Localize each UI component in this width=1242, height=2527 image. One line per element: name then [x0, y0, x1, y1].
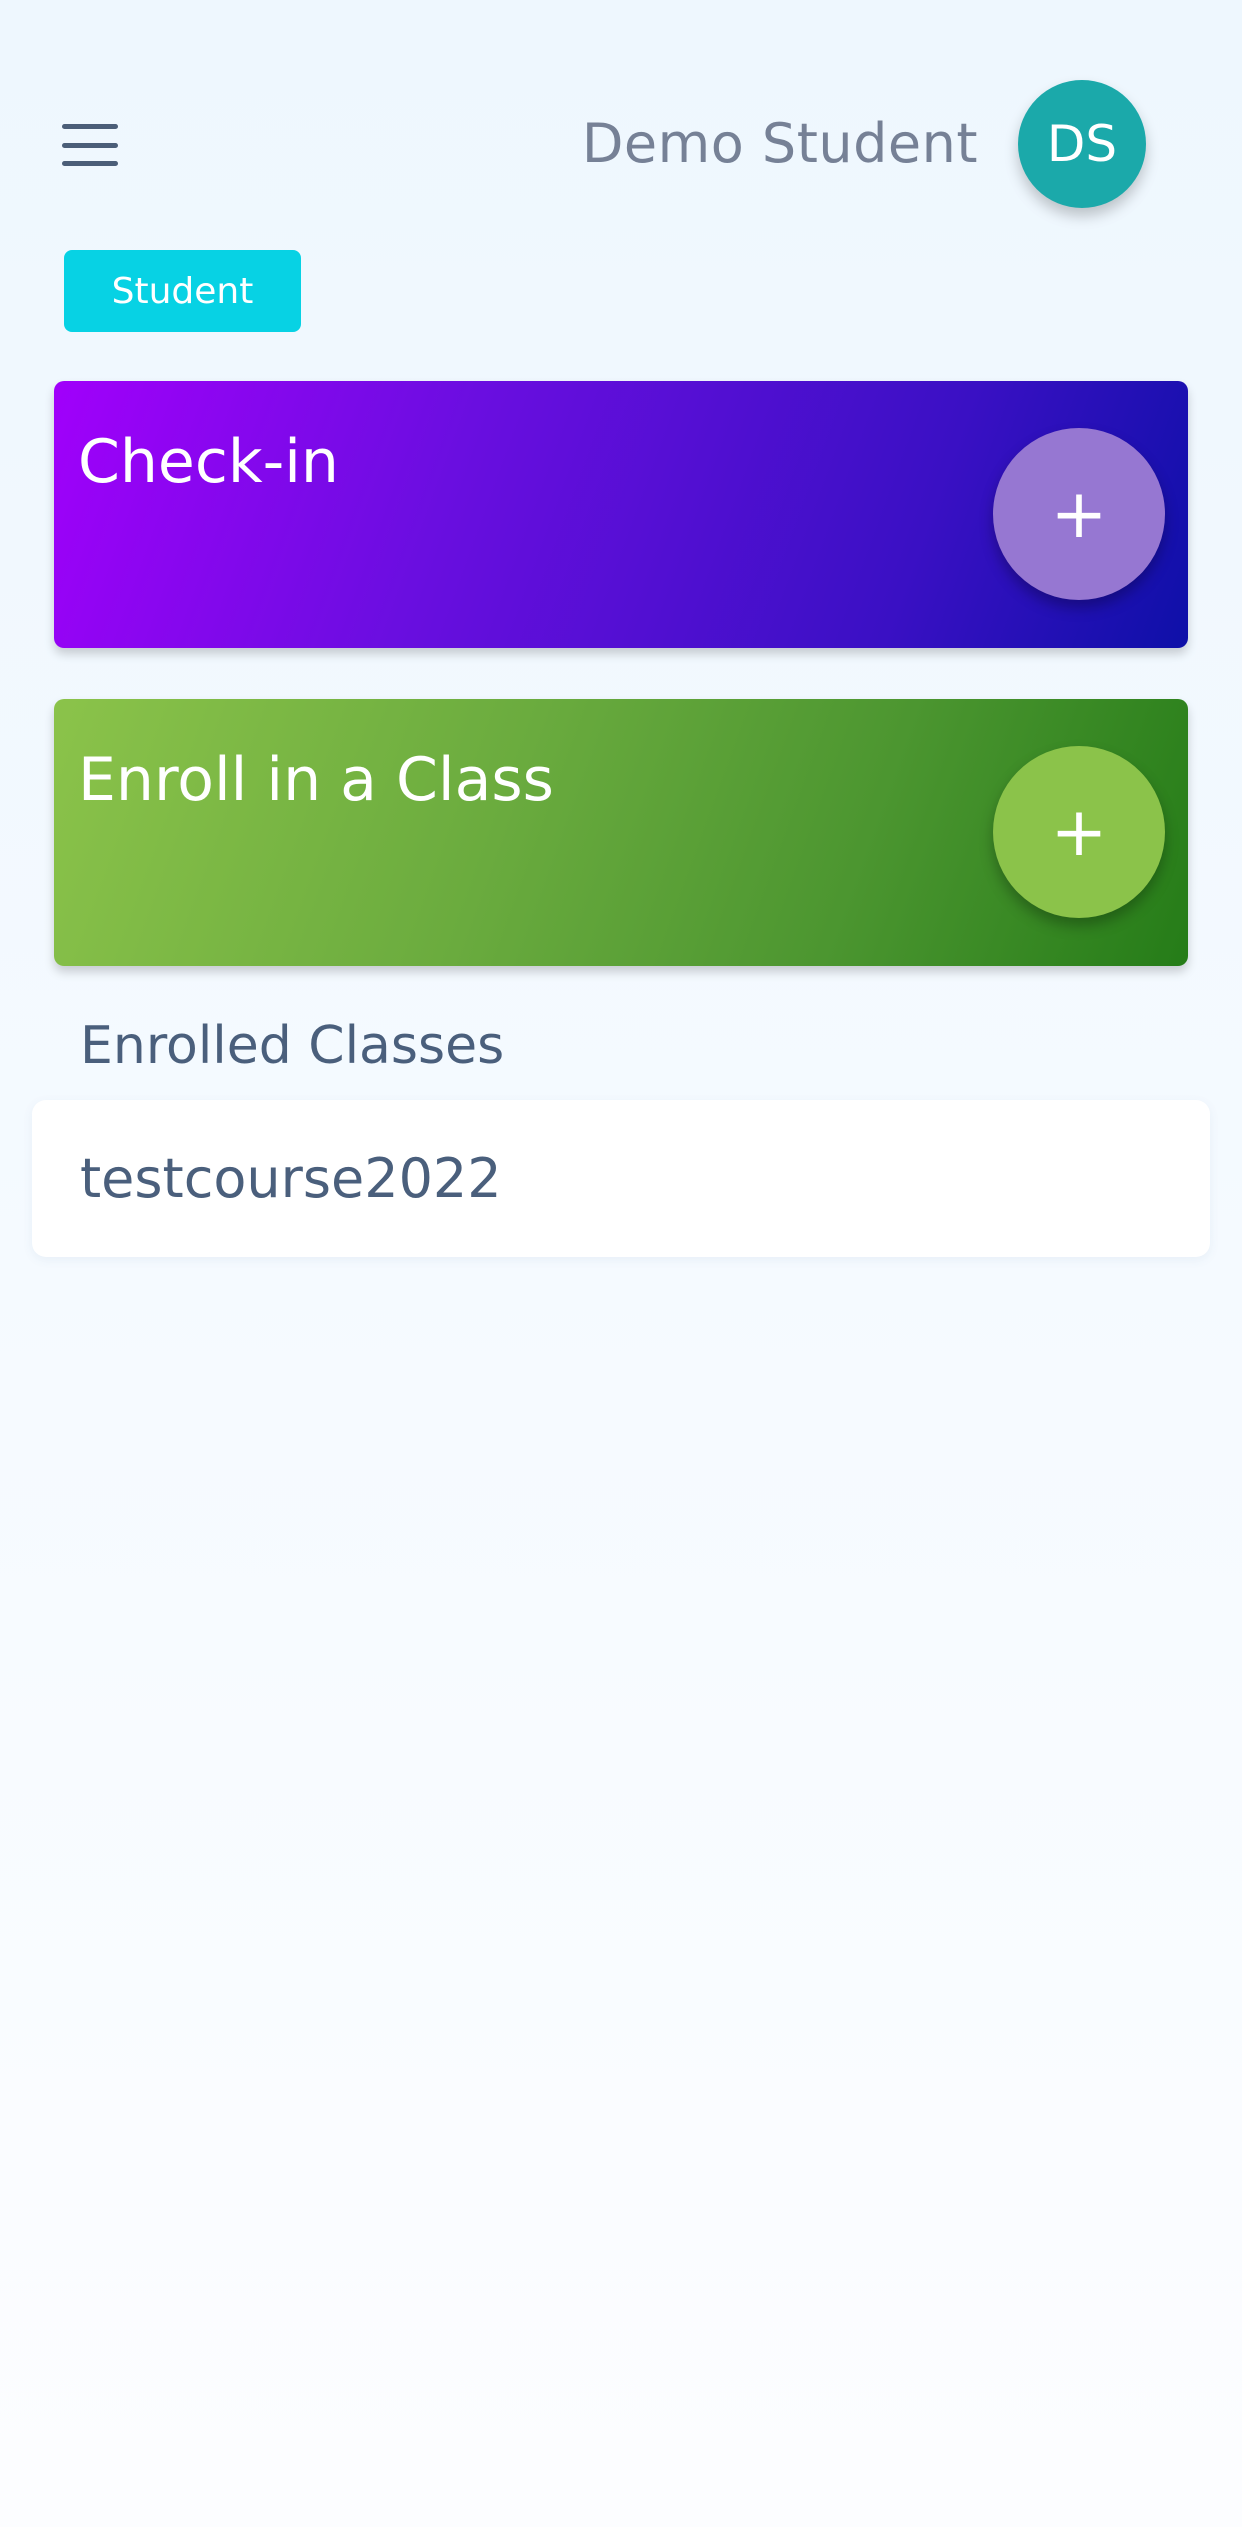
checkin-add-button[interactable]: +: [993, 428, 1165, 600]
plus-icon: +: [1050, 474, 1108, 554]
hamburger-menu-icon-bar: [62, 142, 118, 148]
enroll-add-button[interactable]: +: [993, 746, 1165, 918]
hamburger-menu-icon-bar: [62, 161, 118, 166]
role-badge: Student: [64, 250, 301, 332]
plus-icon: +: [1050, 792, 1108, 872]
hamburger-menu-icon: [62, 124, 118, 129]
card-title: Enroll in a Class: [78, 745, 554, 815]
user-name: Demo Student: [581, 112, 978, 175]
class-name: testcourse2022: [80, 1147, 502, 1210]
section-title: Enrolled Classes: [80, 1016, 505, 1076]
avatar[interactable]: DS: [1018, 80, 1146, 208]
enroll-card: Enroll in a Class +: [54, 699, 1188, 966]
menu-button[interactable]: [62, 124, 118, 166]
list-item[interactable]: testcourse2022: [32, 1100, 1210, 1257]
checkin-card: Check-in +: [54, 381, 1188, 648]
card-title: Check-in: [78, 427, 339, 497]
